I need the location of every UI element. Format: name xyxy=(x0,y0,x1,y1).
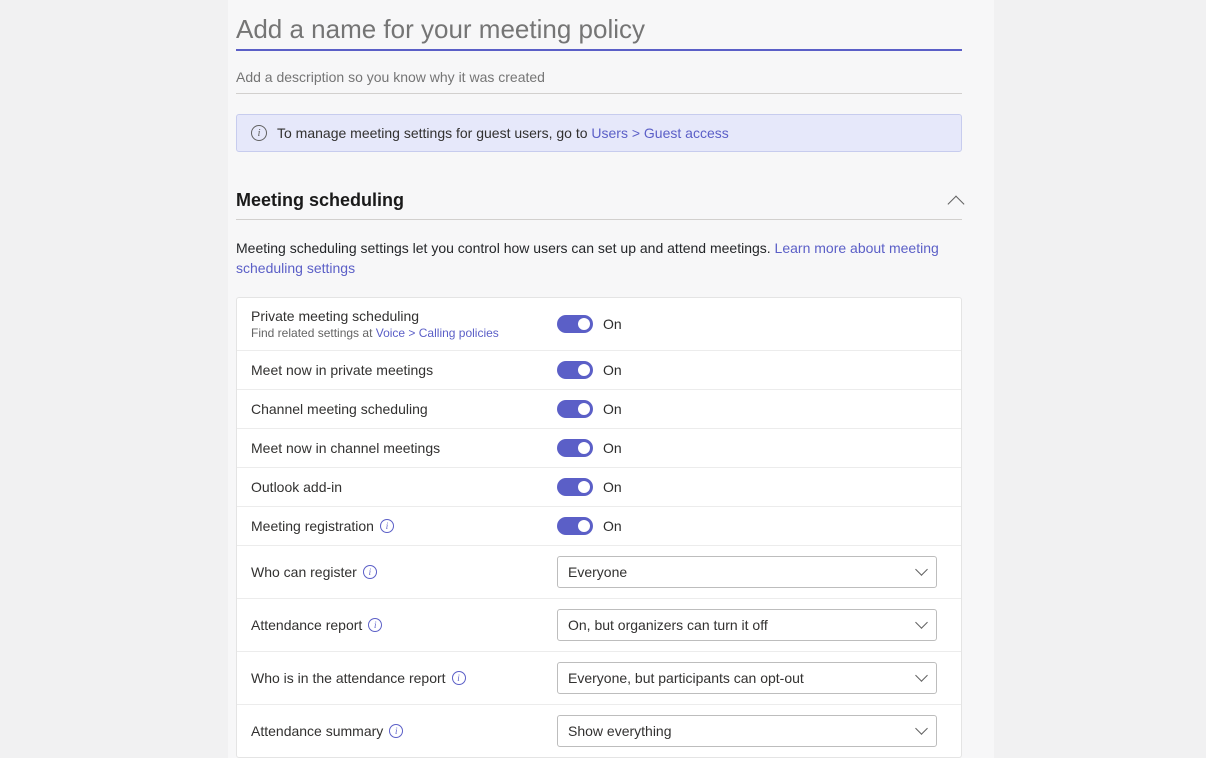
dropdown-value: Show everything xyxy=(568,723,672,739)
toggle-state: On xyxy=(603,440,622,456)
setting-label: Meeting registration xyxy=(251,518,374,534)
setting-label: Meet now in private meetings xyxy=(251,362,557,378)
setting-row-outlook-addin: Outlook add-in On xyxy=(237,468,961,507)
setting-row-attendance-summary: Attendance summary i Show everything xyxy=(237,705,961,757)
policy-description-input[interactable] xyxy=(236,61,962,94)
setting-row-meet-now-private: Meet now in private meetings On xyxy=(237,351,961,390)
toggle-state: On xyxy=(603,316,622,332)
toggle-channel-scheduling[interactable] xyxy=(557,400,593,418)
section-description: Meeting scheduling settings let you cont… xyxy=(236,238,962,279)
toggle-meeting-registration[interactable] xyxy=(557,517,593,535)
dropdown-value: On, but organizers can turn it off xyxy=(568,617,768,633)
calling-policies-link[interactable]: Voice > Calling policies xyxy=(376,326,499,340)
chevron-down-icon xyxy=(915,563,928,576)
guest-access-link[interactable]: Users > Guest access xyxy=(591,125,728,141)
setting-label: Who can register xyxy=(251,564,357,580)
setting-label: Attendance summary xyxy=(251,723,383,739)
setting-row-who-register: Who can register i Everyone xyxy=(237,546,961,599)
setting-row-private-meeting: Private meeting scheduling Find related … xyxy=(237,298,961,351)
setting-row-attendance-report: Attendance report i On, but organizers c… xyxy=(237,599,961,652)
setting-row-meeting-registration: Meeting registration i On xyxy=(237,507,961,546)
policy-name-input[interactable] xyxy=(236,10,962,51)
setting-label: Attendance report xyxy=(251,617,362,633)
toggle-state: On xyxy=(603,479,622,495)
setting-row-who-in-report: Who is in the attendance report i Everyo… xyxy=(237,652,961,705)
toggle-meet-now-channel[interactable] xyxy=(557,439,593,457)
chevron-up-icon xyxy=(948,195,965,212)
dropdown-value: Everyone xyxy=(568,564,627,580)
toggle-meet-now-private[interactable] xyxy=(557,361,593,379)
setting-row-channel-scheduling: Channel meeting scheduling On xyxy=(237,390,961,429)
toggle-state: On xyxy=(603,362,622,378)
chevron-down-icon xyxy=(915,669,928,682)
dropdown-who-register[interactable]: Everyone xyxy=(557,556,937,588)
settings-card: Private meeting scheduling Find related … xyxy=(236,297,962,758)
section-header-meeting-scheduling[interactable]: Meeting scheduling xyxy=(236,184,962,220)
section-title: Meeting scheduling xyxy=(236,190,404,211)
info-banner: i To manage meeting settings for guest u… xyxy=(236,114,962,152)
setting-label: Channel meeting scheduling xyxy=(251,401,557,417)
info-icon[interactable]: i xyxy=(363,565,377,579)
toggle-private-meeting[interactable] xyxy=(557,315,593,333)
info-icon: i xyxy=(251,125,267,141)
toggle-state: On xyxy=(603,401,622,417)
setting-row-meet-now-channel: Meet now in channel meetings On xyxy=(237,429,961,468)
info-icon[interactable]: i xyxy=(368,618,382,632)
dropdown-attendance-summary[interactable]: Show everything xyxy=(557,715,937,747)
setting-label: Meet now in channel meetings xyxy=(251,440,557,456)
chevron-down-icon xyxy=(915,616,928,629)
toggle-outlook-addin[interactable] xyxy=(557,478,593,496)
setting-sublabel: Find related settings at xyxy=(251,326,376,340)
banner-text: To manage meeting settings for guest use… xyxy=(277,125,591,141)
chevron-down-icon xyxy=(915,722,928,735)
setting-label: Outlook add-in xyxy=(251,479,557,495)
setting-label: Private meeting scheduling xyxy=(251,308,557,324)
info-icon[interactable]: i xyxy=(389,724,403,738)
dropdown-attendance-report[interactable]: On, but organizers can turn it off xyxy=(557,609,937,641)
info-icon[interactable]: i xyxy=(380,519,394,533)
toggle-state: On xyxy=(603,518,622,534)
